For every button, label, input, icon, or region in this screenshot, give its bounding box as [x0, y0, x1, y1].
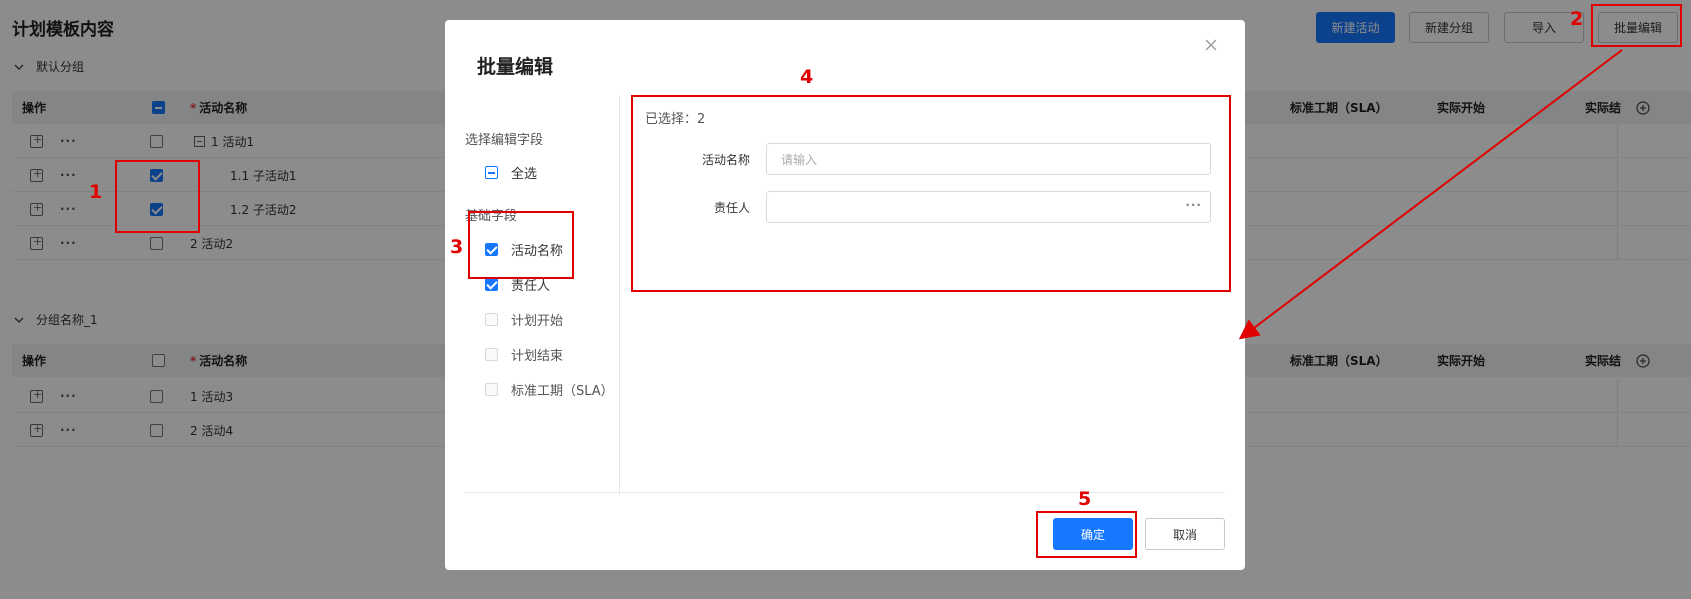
annotation-box-3 [468, 211, 574, 279]
footer-divider [465, 492, 1225, 493]
select-all-label: 全选 [511, 167, 538, 182]
field-checkbox[interactable] [485, 383, 498, 396]
field-label: 计划开始 [511, 314, 564, 329]
field-selector-pane: 选择编辑字段 全选 基础字段 活动名称 责任人 计划开始 计划结束 标准工期（S… [465, 95, 620, 495]
annotation-number-2: 2 [1570, 8, 1584, 30]
select-fields-label: 选择编辑字段 [465, 133, 544, 148]
annotation-number-5: 5 [1078, 488, 1092, 510]
field-checkbox[interactable] [485, 278, 498, 291]
annotation-box-1 [115, 160, 200, 233]
dialog-title: 批量编辑 [477, 56, 554, 78]
field-option-plan-start[interactable]: 计划开始 [485, 310, 563, 329]
annotation-number-4: 4 [800, 66, 814, 88]
select-all-checkbox[interactable] [485, 166, 498, 179]
field-label: 标准工期（SLA） [511, 384, 614, 399]
annotation-box-2 [1591, 4, 1682, 47]
annotation-number-1: 1 [89, 181, 103, 203]
annotation-number-3: 3 [450, 236, 464, 258]
annotation-box-4 [631, 95, 1231, 292]
annotation-box-5 [1036, 511, 1137, 558]
select-all-option[interactable]: 全选 [485, 163, 537, 182]
field-option-sla[interactable]: 标准工期（SLA） [485, 380, 614, 399]
field-label: 计划结束 [511, 349, 564, 364]
field-checkbox[interactable] [485, 348, 498, 361]
cancel-button[interactable]: 取消 [1145, 518, 1225, 550]
field-option-plan-end[interactable]: 计划结束 [485, 345, 563, 364]
close-icon[interactable] [1201, 36, 1221, 56]
field-checkbox[interactable] [485, 313, 498, 326]
